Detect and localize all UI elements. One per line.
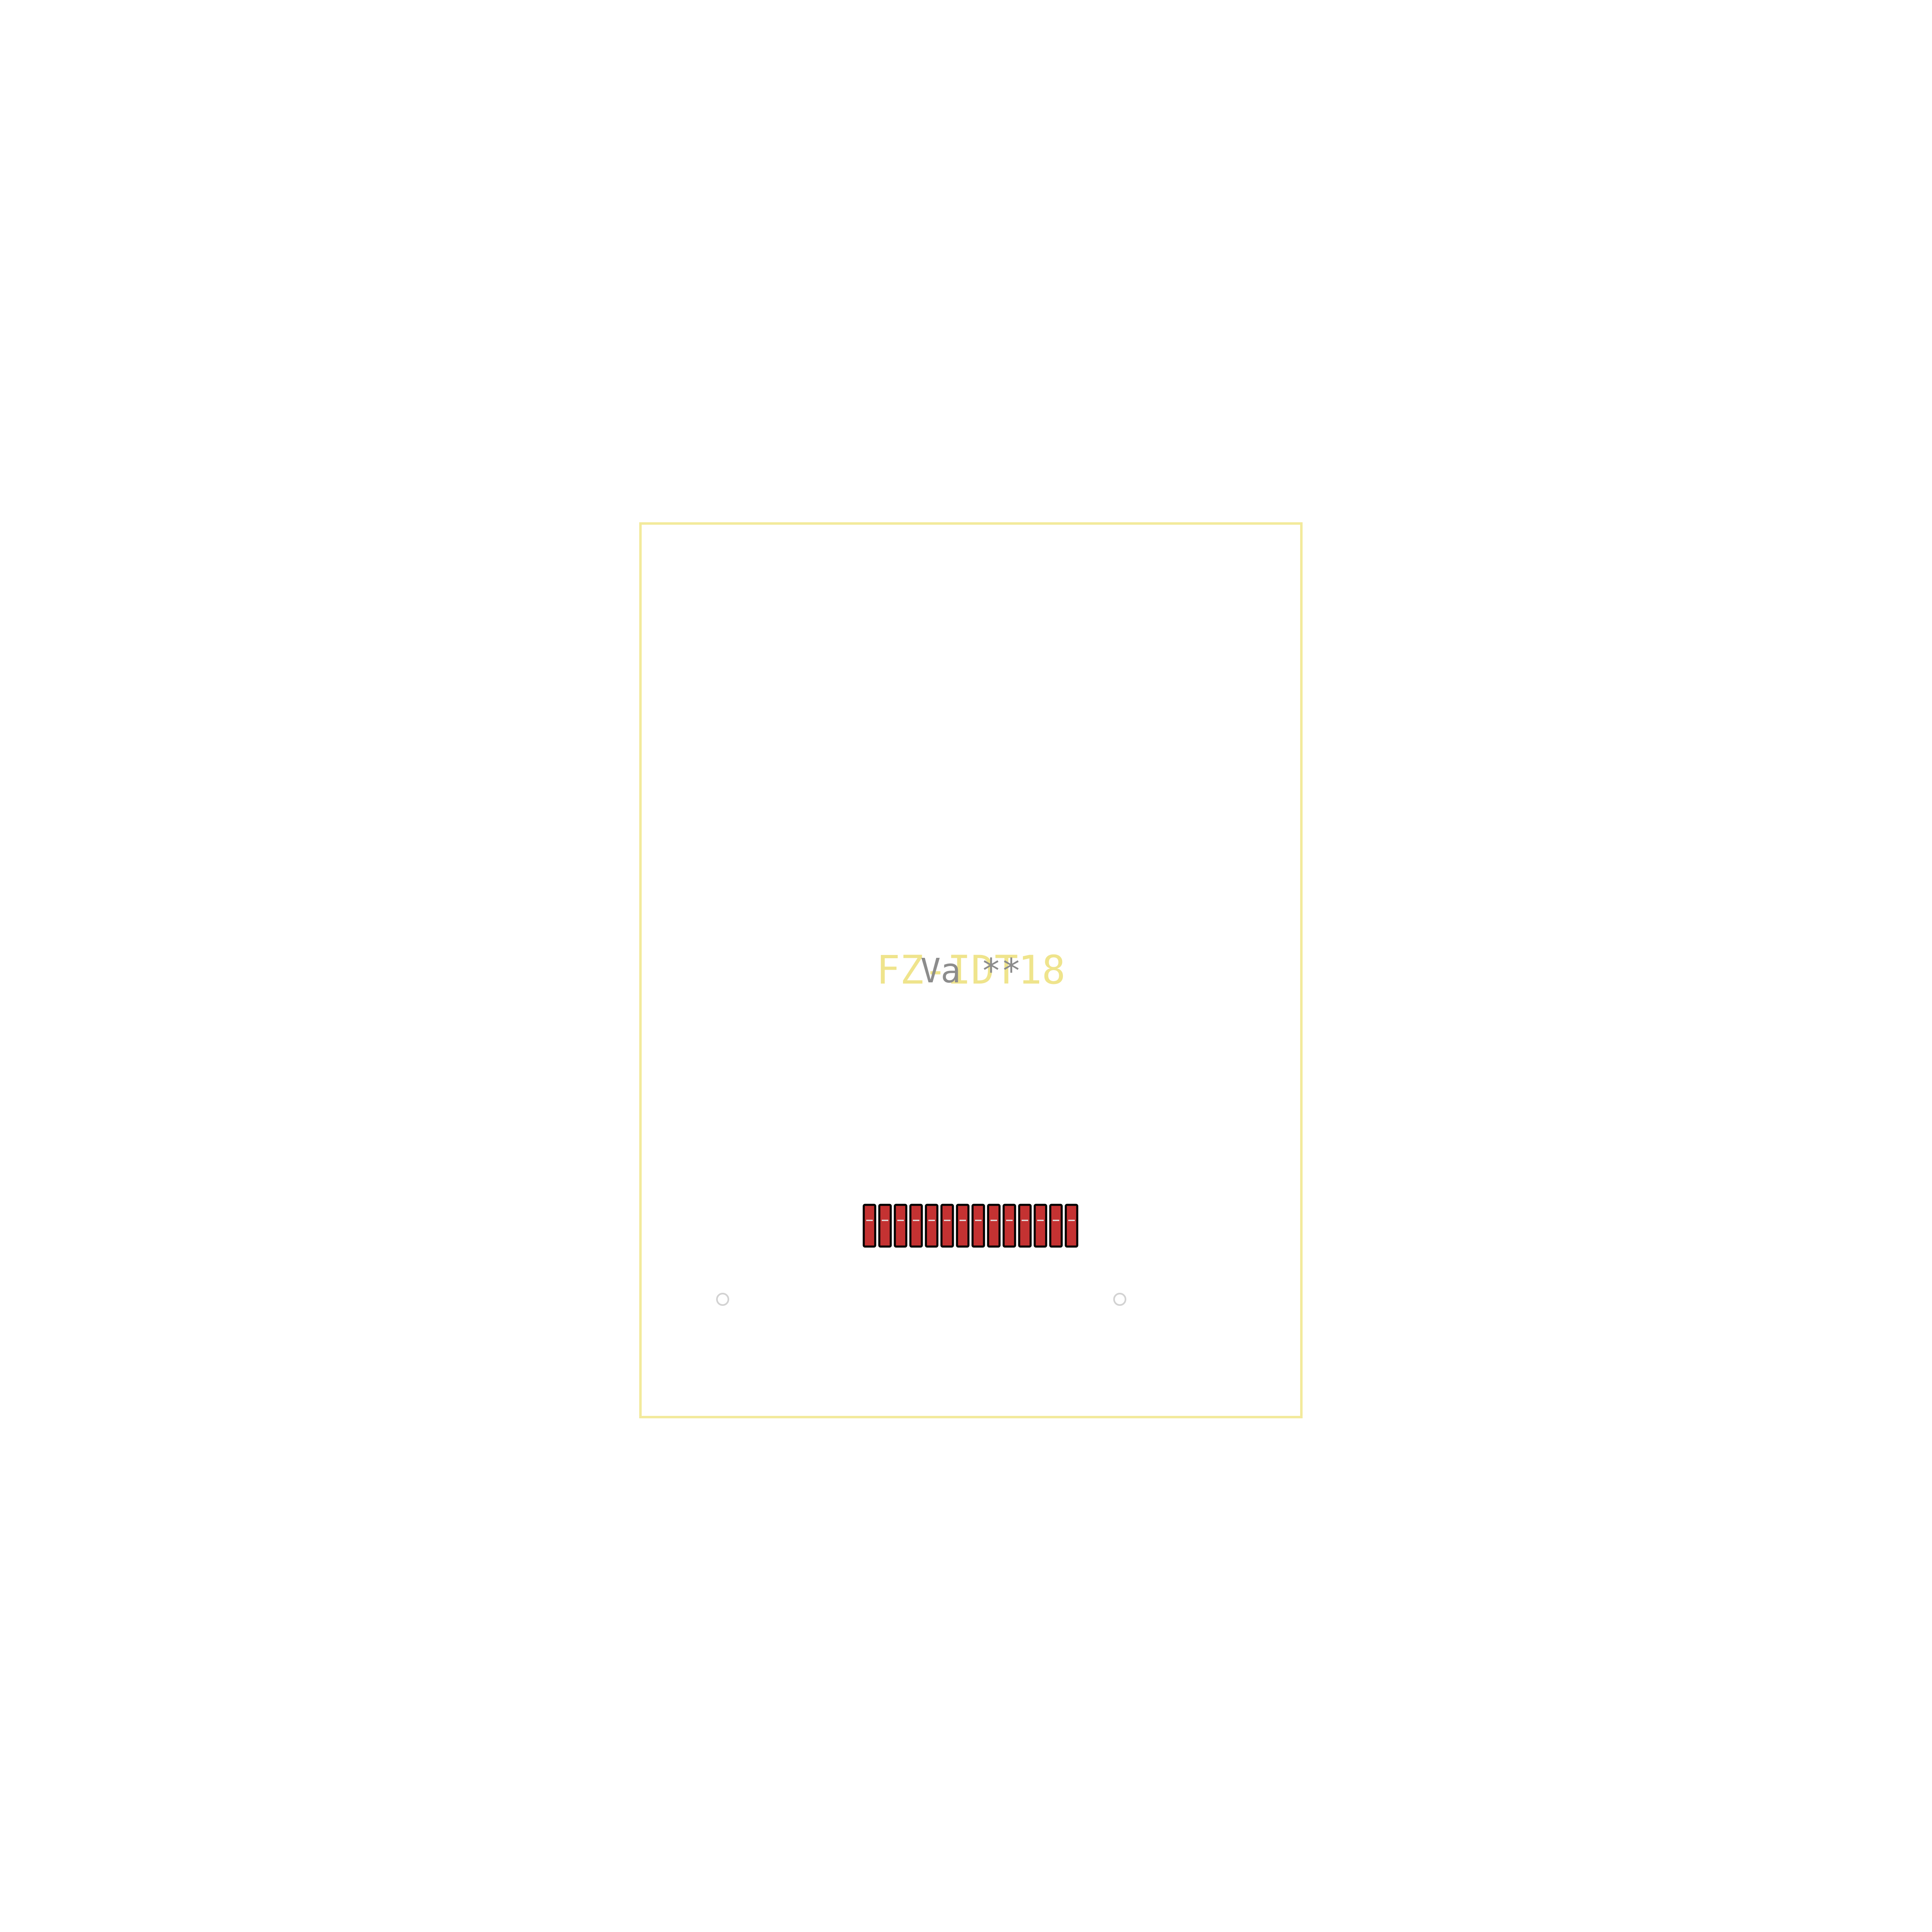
pad-8 [971,1204,985,1248]
pad-7 [956,1204,970,1248]
footprint-canvas: FZ-IDT18 Va ** [0,0,1932,1932]
pad-10 [1002,1204,1016,1248]
pad-3 [894,1204,908,1248]
pad-1 [863,1204,876,1248]
pad-5 [925,1204,939,1248]
pad-9 [987,1204,1001,1248]
pad-14 [1065,1204,1078,1248]
pad-11 [1018,1204,1032,1248]
pad-2 [878,1204,892,1248]
pad-4 [909,1204,923,1248]
pad-12 [1033,1204,1047,1248]
pad-13 [1049,1204,1063,1248]
reference-text: Va ** [921,952,1022,991]
pad-6 [940,1204,954,1248]
